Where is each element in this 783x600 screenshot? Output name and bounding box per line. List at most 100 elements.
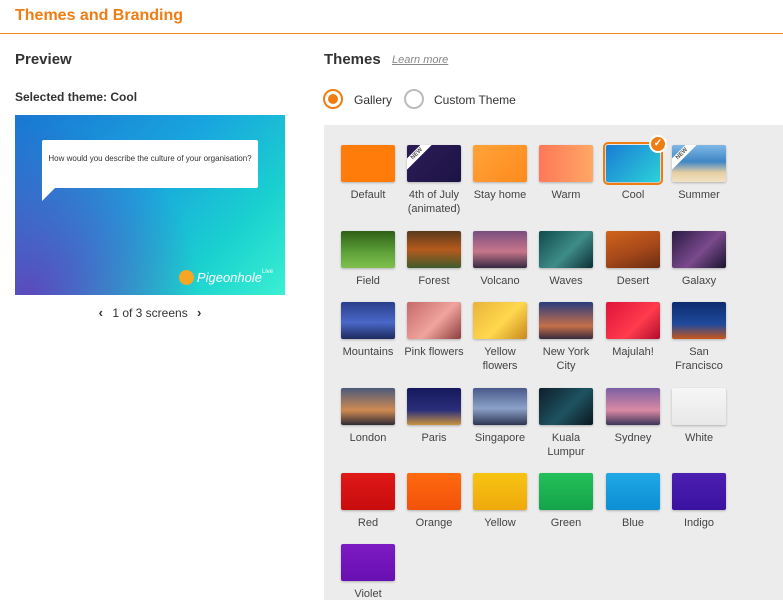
theme-swatch[interactable] <box>672 302 726 339</box>
page-title: Themes and Branding <box>15 7 184 24</box>
theme-swatch[interactable] <box>539 231 593 268</box>
theme-tile-majulah[interactable]: Majulah! <box>602 302 664 359</box>
theme-tile-cool[interactable]: ✓ Cool <box>602 135 667 202</box>
chevron-left-icon[interactable]: ‹ <box>93 305 109 320</box>
theme-tile-label: Sydney <box>614 432 652 444</box>
theme-swatch[interactable] <box>341 302 395 339</box>
theme-tile-label: Orange <box>415 517 453 529</box>
theme-tile-label: Default <box>350 189 386 201</box>
theme-swatch[interactable] <box>341 388 395 425</box>
theme-swatch[interactable] <box>341 231 395 268</box>
theme-tile-label: Warm <box>551 189 581 201</box>
theme-tile-4th-of-july-animated[interactable]: NEW 4th of July (animated) <box>403 145 465 216</box>
theme-tile-label: Stay home <box>473 189 527 201</box>
theme-tile-label: Majulah! <box>612 346 654 358</box>
theme-swatch[interactable] <box>539 302 593 339</box>
logo-sup: Live <box>261 268 273 275</box>
theme-tile-london[interactable]: London <box>337 388 399 445</box>
theme-tile-forest[interactable]: Forest <box>403 231 465 288</box>
theme-tile-indigo[interactable]: Indigo <box>668 473 730 530</box>
theme-tile-sydney[interactable]: Sydney <box>602 388 664 445</box>
theme-swatch[interactable] <box>672 388 726 425</box>
theme-tile-new-york-city[interactable]: New York City <box>535 302 597 373</box>
theme-swatch[interactable] <box>473 302 527 339</box>
theme-tile-label: Green <box>550 517 582 529</box>
theme-tile-yellow[interactable]: Yellow <box>469 473 531 530</box>
theme-tile-label: Galaxy <box>681 275 717 287</box>
theme-swatch[interactable] <box>672 231 726 268</box>
theme-tile-kuala-lumpur[interactable]: Kuala Lumpur <box>535 388 597 459</box>
theme-swatch[interactable] <box>606 388 660 425</box>
theme-swatch[interactable] <box>407 473 461 510</box>
theme-tile-label: Yellow flowers <box>482 346 518 372</box>
theme-tile-label: Forest <box>418 275 450 287</box>
theme-tile-label: New York City <box>542 346 590 372</box>
theme-swatch[interactable] <box>539 145 593 182</box>
theme-tile-label: Kuala Lumpur <box>547 432 585 458</box>
theme-tile-label: San Francisco <box>675 346 723 372</box>
theme-swatch[interactable] <box>539 473 593 510</box>
preview-pager: ‹ 1 of 3 screens › <box>15 305 285 320</box>
pigeonhole-logo-icon <box>178 270 194 285</box>
theme-tile-label: Violet <box>354 588 382 600</box>
theme-swatch[interactable] <box>407 388 461 425</box>
theme-preview: How would you describe the culture of yo… <box>15 115 285 295</box>
theme-tile-label: London <box>349 432 387 444</box>
selected-theme-label: Selected theme: Cool <box>15 90 138 104</box>
theme-tile-label: Summer <box>678 189 720 201</box>
theme-tile-stay-home[interactable]: Stay home <box>469 145 531 202</box>
theme-tile-desert[interactable]: Desert <box>602 231 664 288</box>
theme-swatch[interactable] <box>341 473 395 510</box>
logo-text: Pigeonhole <box>196 270 262 285</box>
theme-tile-yellow-flowers[interactable]: Yellow flowers <box>469 302 531 373</box>
theme-tile-san-francisco[interactable]: San Francisco <box>668 302 730 373</box>
custom-theme-radio[interactable] <box>404 89 424 109</box>
pager-text: 1 of 3 screens <box>112 305 188 320</box>
themes-heading: Themes <box>324 51 381 68</box>
theme-tile-mountains[interactable]: Mountains <box>337 302 399 359</box>
theme-gallery: Default NEW 4th of July (animated) Stay hom… <box>324 125 783 600</box>
theme-tile-orange[interactable]: Orange <box>403 473 465 530</box>
checkmark-icon: ✓ <box>649 135 667 153</box>
theme-tile-blue[interactable]: Blue <box>602 473 664 530</box>
page-header: Themes and Branding <box>0 0 783 34</box>
theme-swatch[interactable] <box>341 145 395 182</box>
theme-swatch[interactable] <box>473 388 527 425</box>
theme-swatch[interactable] <box>407 302 461 339</box>
theme-swatch[interactable] <box>606 302 660 339</box>
theme-tile-waves[interactable]: Waves <box>535 231 597 288</box>
theme-swatch[interactable] <box>606 231 660 268</box>
theme-swatch[interactable] <box>539 388 593 425</box>
gallery-radio-label[interactable]: Gallery <box>354 93 392 107</box>
theme-swatch[interactable] <box>407 231 461 268</box>
theme-tile-pink-flowers[interactable]: Pink flowers <box>403 302 465 359</box>
theme-swatch[interactable] <box>606 473 660 510</box>
theme-tile-default[interactable]: Default <box>337 145 399 202</box>
theme-tile-paris[interactable]: Paris <box>403 388 465 445</box>
theme-tile-summer[interactable]: NEW Summer <box>668 145 730 202</box>
gallery-radio[interactable] <box>323 89 343 109</box>
theme-swatch[interactable]: NEW <box>672 145 726 182</box>
theme-swatch[interactable] <box>341 544 395 581</box>
theme-tile-volcano[interactable]: Volcano <box>469 231 531 288</box>
learn-more-link[interactable]: Learn more <box>392 54 448 66</box>
theme-swatch[interactable]: NEW <box>407 145 461 182</box>
theme-tile-green[interactable]: Green <box>535 473 597 530</box>
theme-tile-label: Singapore <box>474 432 526 444</box>
theme-tile-field[interactable]: Field <box>337 231 399 288</box>
question-card: How would you describe the culture of yo… <box>42 140 258 188</box>
theme-tile-red[interactable]: Red <box>337 473 399 530</box>
theme-tile-label: Red <box>357 517 379 529</box>
custom-theme-radio-label[interactable]: Custom Theme <box>434 93 516 107</box>
theme-tile-galaxy[interactable]: Galaxy <box>668 231 730 288</box>
preview-heading: Preview <box>15 51 72 68</box>
theme-swatch[interactable] <box>473 231 527 268</box>
theme-tile-singapore[interactable]: Singapore <box>469 388 531 445</box>
theme-tile-white[interactable]: White <box>668 388 730 445</box>
theme-tile-warm[interactable]: Warm <box>535 145 597 202</box>
theme-swatch[interactable] <box>672 473 726 510</box>
theme-swatch[interactable] <box>473 473 527 510</box>
theme-swatch[interactable] <box>473 145 527 182</box>
chevron-right-icon[interactable]: › <box>191 305 207 320</box>
theme-tile-violet[interactable]: Violet <box>337 544 399 600</box>
